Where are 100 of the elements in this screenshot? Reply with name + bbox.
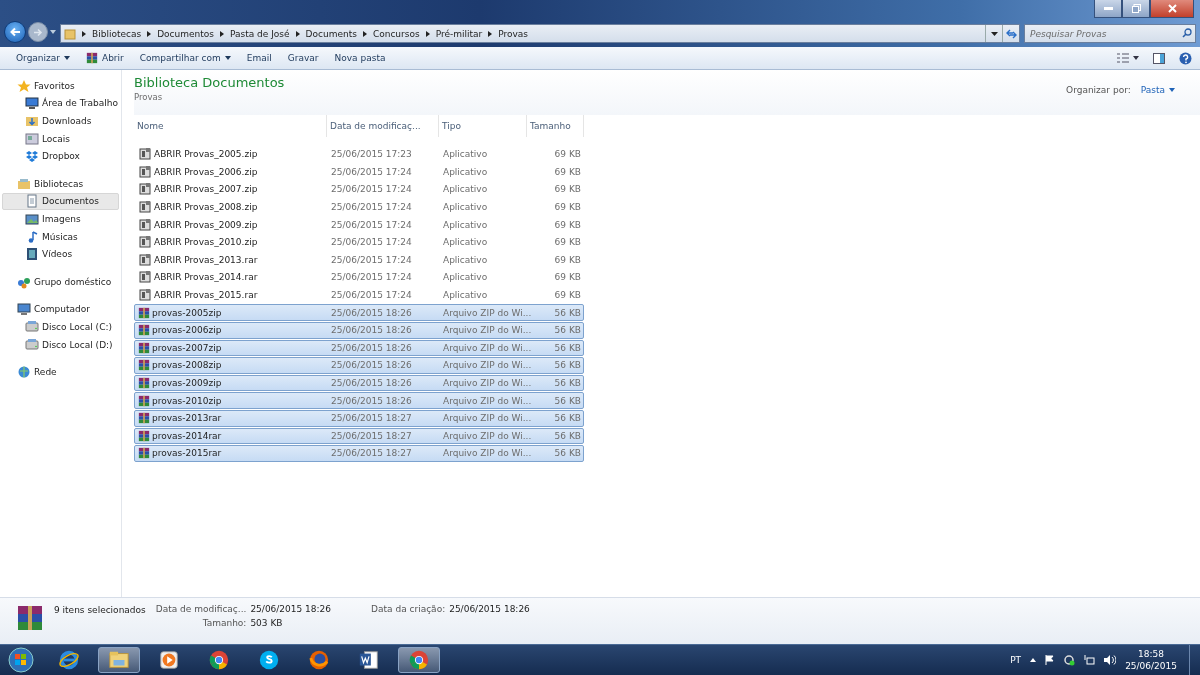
view-list-icon[interactable] bbox=[1117, 53, 1139, 63]
file-row[interactable]: ABRIR Provas_2013.rar 25/06/2015 17:24 Aplicativo 69 KB bbox=[134, 251, 584, 269]
column-header[interactable]: Tamanho bbox=[527, 115, 584, 137]
clock[interactable]: 18:58 25/06/2015 bbox=[1125, 648, 1177, 672]
toolbar-button[interactable]: Organizar bbox=[8, 50, 78, 66]
archive-books-icon bbox=[138, 377, 150, 389]
date-cell-text: 25/06/2015 17:24 bbox=[330, 254, 413, 265]
file-row[interactable]: ABRIR Provas_2014.rar 25/06/2015 17:24 Aplicativo 69 KB bbox=[134, 269, 584, 286]
skype-icon bbox=[258, 649, 280, 671]
folder-icon bbox=[108, 649, 130, 671]
file-name: provas-2008zip bbox=[152, 360, 222, 371]
file-row[interactable]: ABRIR Provas_2015.rar 25/06/2015 17:24 Aplicativo 69 KB bbox=[134, 286, 584, 304]
size-cell-text: 69 KB bbox=[553, 149, 582, 160]
file-row[interactable]: ABRIR Provas_2010.zip 25/06/2015 17:24 Aplicativo 69 KB bbox=[134, 233, 584, 251]
breadcrumb[interactable]: Documents bbox=[305, 28, 357, 39]
nav-item[interactable]: Documentos bbox=[2, 192, 119, 211]
file-row[interactable]: provas-2014rar 25/06/2015 18:27 Arquivo ZIP do Wi... 56 KB bbox=[134, 427, 584, 445]
breadcrumb[interactable]: Provas bbox=[498, 28, 529, 39]
breadcrumb[interactable]: Concursos bbox=[372, 28, 420, 39]
network-icon[interactable] bbox=[1084, 655, 1096, 665]
nav-group-item[interactable]: Grupo doméstico bbox=[2, 272, 119, 291]
nav-item[interactable]: Disco Local (D:) bbox=[2, 335, 119, 354]
nav-item[interactable]: Imagens bbox=[2, 210, 119, 228]
file-row[interactable]: provas-2005zip 25/06/2015 18:26 Arquivo ZIP do Wi... 56 KB bbox=[134, 304, 584, 321]
nav-item[interactable]: Área de Trabalho bbox=[2, 94, 119, 113]
file-row[interactable]: provas-2010zip 25/06/2015 18:26 Arquivo ZIP do Wi... 56 KB bbox=[134, 392, 584, 409]
nav-group-item[interactable]: Rede bbox=[2, 363, 119, 381]
archive-books-icon bbox=[138, 359, 150, 372]
history-caret-icon[interactable] bbox=[50, 30, 56, 34]
restore-button[interactable] bbox=[1122, 0, 1150, 18]
toolbar-button[interactable]: Nova pasta bbox=[326, 50, 394, 66]
toolbar-button[interactable]: Gravar bbox=[279, 50, 327, 66]
file-row[interactable]: ABRIR Provas_2005.zip 25/06/2015 17:23 Aplicativo 69 KB bbox=[134, 146, 584, 163]
nav-item[interactable]: Downloads bbox=[2, 112, 119, 130]
nav-item[interactable]: Locais bbox=[2, 129, 119, 148]
close-button[interactable] bbox=[1150, 0, 1194, 18]
nav-item[interactable]: Disco Local (C:) bbox=[2, 318, 119, 336]
folder-icon bbox=[64, 27, 76, 40]
folder-icon bbox=[25, 114, 39, 128]
file-row[interactable]: provas-2015rar 25/06/2015 18:27 Arquivo ZIP do Wi... 56 KB bbox=[134, 445, 584, 462]
column-header[interactable]: Data de modificaç... bbox=[327, 115, 439, 137]
chevron-icon bbox=[82, 30, 86, 37]
refresh-icon[interactable] bbox=[1005, 28, 1017, 39]
column-header[interactable]: Tipo bbox=[439, 115, 527, 137]
file-name: provas-2009zip bbox=[152, 378, 222, 388]
nav-item[interactable]: Músicas bbox=[2, 227, 119, 246]
file-row[interactable]: provas-2009zip 25/06/2015 18:26 Arquivo ZIP do Wi... 56 KB bbox=[134, 374, 584, 392]
language-indicator[interactable]: PT bbox=[1010, 655, 1022, 665]
file-row[interactable]: ABRIR Provas_2008.zip 25/06/2015 17:24 Aplicativo 69 KB bbox=[134, 198, 584, 216]
dropdown-caret-icon[interactable] bbox=[990, 31, 998, 36]
nav-group-item[interactable]: Favoritos bbox=[2, 77, 119, 95]
help-icon[interactable] bbox=[1179, 51, 1192, 65]
preview-pane-icon[interactable] bbox=[1153, 52, 1165, 64]
breadcrumb[interactable]: Bibliotecas bbox=[92, 28, 142, 39]
detail-label: Tamanho: bbox=[201, 618, 247, 628]
document-icon bbox=[25, 194, 39, 209]
column-header[interactable]: Nome bbox=[134, 115, 327, 137]
file-name: provas-2005zip bbox=[152, 307, 222, 318]
file-row[interactable]: provas-2013rar 25/06/2015 18:27 Arquivo ZIP do Wi... 56 KB bbox=[134, 409, 584, 427]
file-row[interactable]: provas-2008zip 25/06/2015 18:26 Arquivo ZIP do Wi... 56 KB bbox=[134, 357, 584, 374]
toolbar-button[interactable]: Compartilhar com bbox=[131, 50, 239, 66]
date-cell-text: 25/06/2015 18:26 bbox=[330, 325, 413, 336]
nav-group-item[interactable]: Computador bbox=[2, 300, 119, 319]
flag-icon[interactable] bbox=[1045, 655, 1056, 665]
desktop-icon bbox=[25, 96, 39, 111]
minimize-button[interactable] bbox=[1094, 0, 1122, 18]
archive-books-icon bbox=[138, 306, 150, 319]
start-button[interactable] bbox=[6, 646, 36, 674]
restore-icon bbox=[1131, 4, 1141, 13]
breadcrumb[interactable]: Pré-militar bbox=[435, 28, 483, 39]
installer-icon bbox=[138, 235, 152, 250]
file-name: ABRIR Provas_2006.zip bbox=[154, 166, 258, 177]
file-row[interactable]: ABRIR Provas_2007.zip 25/06/2015 17:24 Aplicativo 69 KB bbox=[134, 181, 584, 198]
nav-group-item[interactable]: Bibliotecas bbox=[2, 174, 119, 193]
file-row[interactable]: provas-2007zip 25/06/2015 18:26 Arquivo ZIP do Wi... 56 KB bbox=[134, 339, 584, 357]
toolbar-button[interactable]: Email bbox=[238, 50, 280, 66]
file-row[interactable]: ABRIR Provas_2009.zip 25/06/2015 17:24 Aplicativo 69 KB bbox=[134, 216, 584, 233]
size-cell-text: 69 KB bbox=[553, 237, 582, 248]
search-field[interactable]: Pesquisar Provas bbox=[1024, 24, 1196, 43]
back-button[interactable] bbox=[4, 21, 26, 43]
speaker-icon[interactable] bbox=[1104, 655, 1117, 665]
tray-expand-icon[interactable] bbox=[1030, 658, 1037, 662]
toolbar-button[interactable]: Abrir bbox=[78, 49, 132, 67]
installer-icon bbox=[138, 270, 152, 285]
nav-item[interactable]: Dropbox bbox=[2, 147, 119, 165]
file-name: provas-2010zip bbox=[152, 395, 222, 406]
breadcrumb[interactable]: Pasta de José bbox=[229, 28, 290, 39]
file-name: provas-2014rar bbox=[152, 430, 222, 441]
sync-icon[interactable] bbox=[1064, 654, 1076, 666]
clock-time: 18:58 bbox=[1138, 648, 1165, 660]
file-row[interactable]: provas-2006zip 25/06/2015 18:26 Arquivo ZIP do Wi... 56 KB bbox=[134, 321, 584, 339]
library-icon bbox=[17, 176, 31, 191]
breadcrumb[interactable]: Documentos bbox=[157, 28, 214, 39]
address-bar[interactable]: Bibliotecas Documentos Pasta de José Documents Concursos Pré-militar Provas bbox=[60, 24, 1020, 43]
arrange-dropdown[interactable]: Pasta bbox=[1140, 85, 1175, 95]
forward-button[interactable] bbox=[28, 22, 48, 42]
nav-item[interactable]: Vídeos bbox=[2, 245, 119, 263]
date-cell-text: 25/06/2015 17:23 bbox=[330, 149, 413, 160]
file-row[interactable]: ABRIR Provas_2006.zip 25/06/2015 17:24 Aplicativo 69 KB bbox=[134, 163, 584, 181]
nav-group-label: Rede bbox=[34, 367, 57, 378]
